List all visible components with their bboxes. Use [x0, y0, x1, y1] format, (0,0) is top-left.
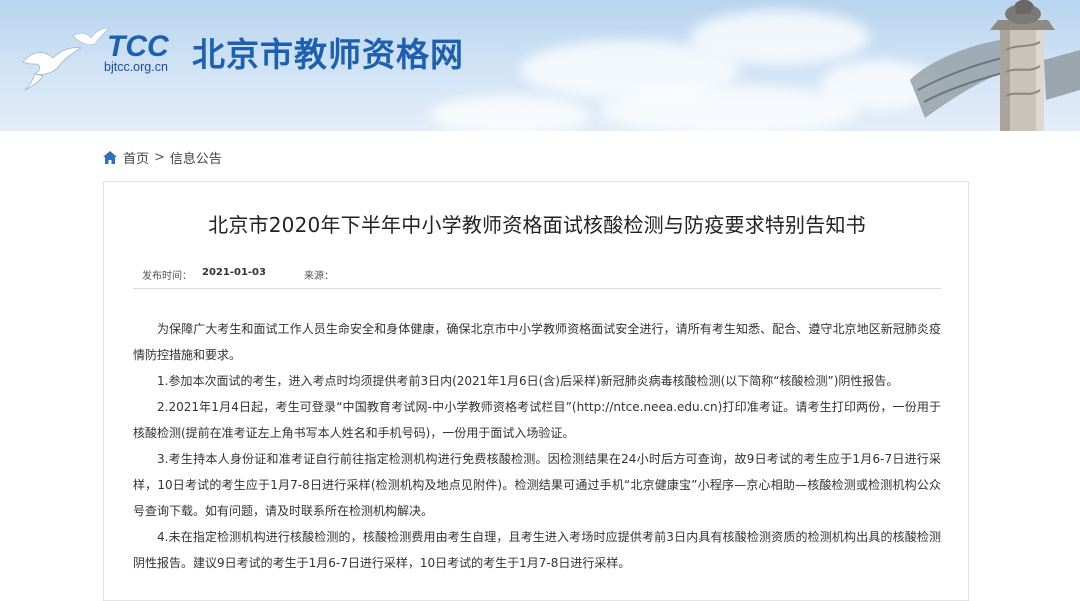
article-meta: 发布时间： 2021-01-03 来源：	[142, 267, 344, 282]
article-card: 北京市2020年下半年中小学教师资格面试核酸检测与防疫要求特别告知书 发布时间：…	[103, 181, 969, 601]
source-label: 来源：	[303, 271, 334, 282]
article-body: 为保障广大考生和面试工作人员生命安全和身体健康，确保北京市中小学教师资格面试安全…	[133, 316, 941, 576]
site-title[interactable]: 北京市教师资格网	[192, 28, 464, 76]
logo-text: TCC	[107, 30, 170, 63]
cloud-decoration	[600, 85, 860, 131]
breadcrumb-home-link[interactable]: 首页	[123, 148, 149, 167]
logo-url-text: bjtcc.org.cn	[104, 60, 168, 74]
article-paragraph: 为保障广大考生和面试工作人员生命安全和身体健康，确保北京市中小学教师资格面试安全…	[133, 322, 941, 362]
publish-time-label: 发布时间：	[142, 271, 192, 282]
pillar-decoration-icon	[910, 0, 1080, 131]
breadcrumb-current-link[interactable]: 信息公告	[170, 148, 222, 167]
cloud-decoration	[430, 95, 590, 131]
title-divider	[133, 288, 941, 289]
article-paragraph: 4.未在指定检测机构进行核酸检测的，核酸检测费用由考生自理，且考生进入考场时应提…	[133, 530, 941, 570]
article-paragraph: 1.参加本次面试的考生，进入考点时均须提供考前3日内(2021年1月6日(含)后…	[157, 374, 899, 388]
site-logo-icon[interactable]: TCC	[15, 20, 195, 95]
home-icon[interactable]	[103, 150, 117, 164]
site-banner: TCC bjtcc.org.cn 北京市教师资格网	[0, 0, 1080, 131]
article-paragraph: 3.考生持本人身份证和准考证自行前往指定检测机构进行免费核酸检测。因检测结果在2…	[133, 452, 941, 518]
article-title: 北京市2020年下半年中小学教师资格面试核酸检测与防疫要求特别告知书	[208, 213, 866, 237]
breadcrumb: 首页 > 信息公告	[103, 148, 222, 167]
publish-date: 2021-01-03	[202, 267, 266, 278]
cloud-decoration	[690, 10, 870, 65]
breadcrumb-separator: >	[154, 149, 165, 165]
article-paragraph: 2.2021年1月4日起，考生可登录“中国教育考试网-中小学教师资格考试栏目”(…	[133, 400, 941, 440]
